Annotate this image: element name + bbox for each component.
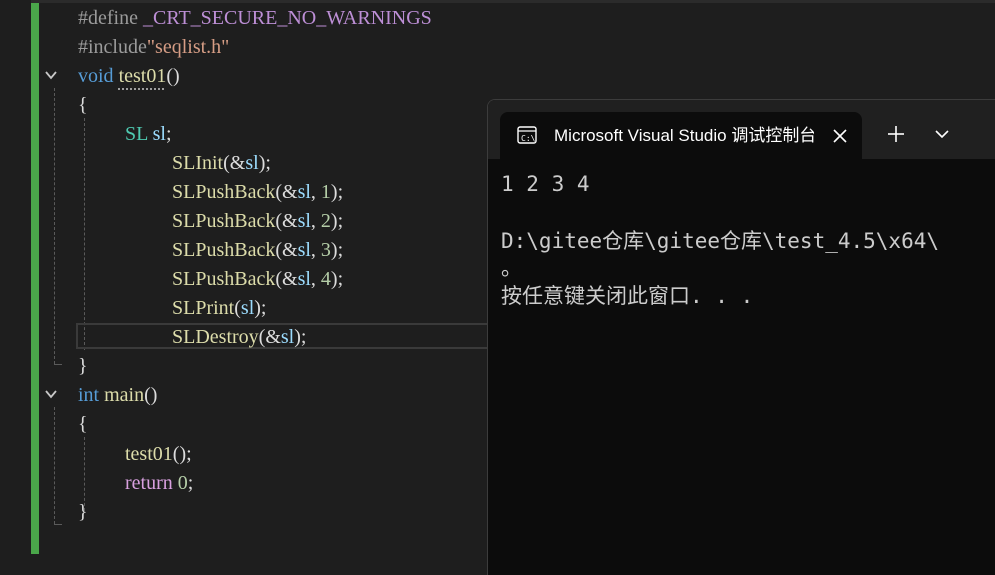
code-line: SLPushBack(&sl, 4); [172, 268, 344, 290]
chevron-down-icon[interactable] [44, 387, 58, 401]
svg-text:C:\: C:\ [521, 134, 536, 143]
console-line: 1 2 3 4 [501, 172, 590, 196]
code-line: #include"seqlist.h" [78, 36, 230, 58]
chevron-down-icon[interactable] [933, 126, 951, 142]
code-line: } [78, 501, 88, 523]
code-line: } [78, 355, 88, 377]
fold-region-end [54, 364, 62, 365]
code-line: SLPushBack(&sl, 3); [172, 239, 344, 261]
chevron-down-icon[interactable] [44, 68, 58, 82]
close-icon[interactable] [830, 126, 850, 146]
code-line: SLPushBack(&sl, 1); [172, 181, 344, 203]
fold-region-guide [54, 407, 55, 524]
console-icon: C:\ [517, 126, 537, 144]
code-line: { [78, 94, 88, 116]
code-line: { [78, 413, 88, 435]
code-line: SLPrint(sl); [172, 297, 267, 319]
code-line: return 0; [125, 472, 194, 494]
fold-region-end [54, 524, 62, 525]
code-line: SL sl; [125, 123, 172, 145]
code-line: void test01() [78, 65, 180, 87]
console-line: D:\gitee仓库\gitee仓库\test_4.5\x64\ [501, 229, 940, 253]
code-line: SLInit(&sl); [172, 152, 271, 174]
code-line: test01(); [125, 443, 192, 465]
plus-icon[interactable] [886, 124, 906, 144]
code-line: SLPushBack(&sl, 2); [172, 210, 344, 232]
debug-console-window[interactable]: C:\ Microsoft Visual Studio 调试控制台 1 2 3 … [487, 99, 995, 575]
code-line: int main() [78, 384, 158, 406]
code-line: SLDestroy(&sl); [172, 326, 307, 348]
fold-region-guide [54, 88, 55, 364]
terminal-titlebar[interactable]: C:\ Microsoft Visual Studio 调试控制台 [488, 100, 995, 159]
console-line: 。 [501, 256, 522, 280]
change-indicator-bar [31, 3, 39, 554]
line-gutter [0, 0, 31, 575]
console-line: 按任意键关闭此窗口. . . [501, 284, 754, 308]
tab-debug-console[interactable]: C:\ Microsoft Visual Studio 调试控制台 [500, 112, 862, 159]
code-line: #define _CRT_SECURE_NO_WARNINGS [78, 7, 432, 29]
tab-title: Microsoft Visual Studio 调试控制台 [554, 126, 814, 145]
indent-guide [84, 118, 85, 350]
editor-top-border [0, 0, 995, 3]
